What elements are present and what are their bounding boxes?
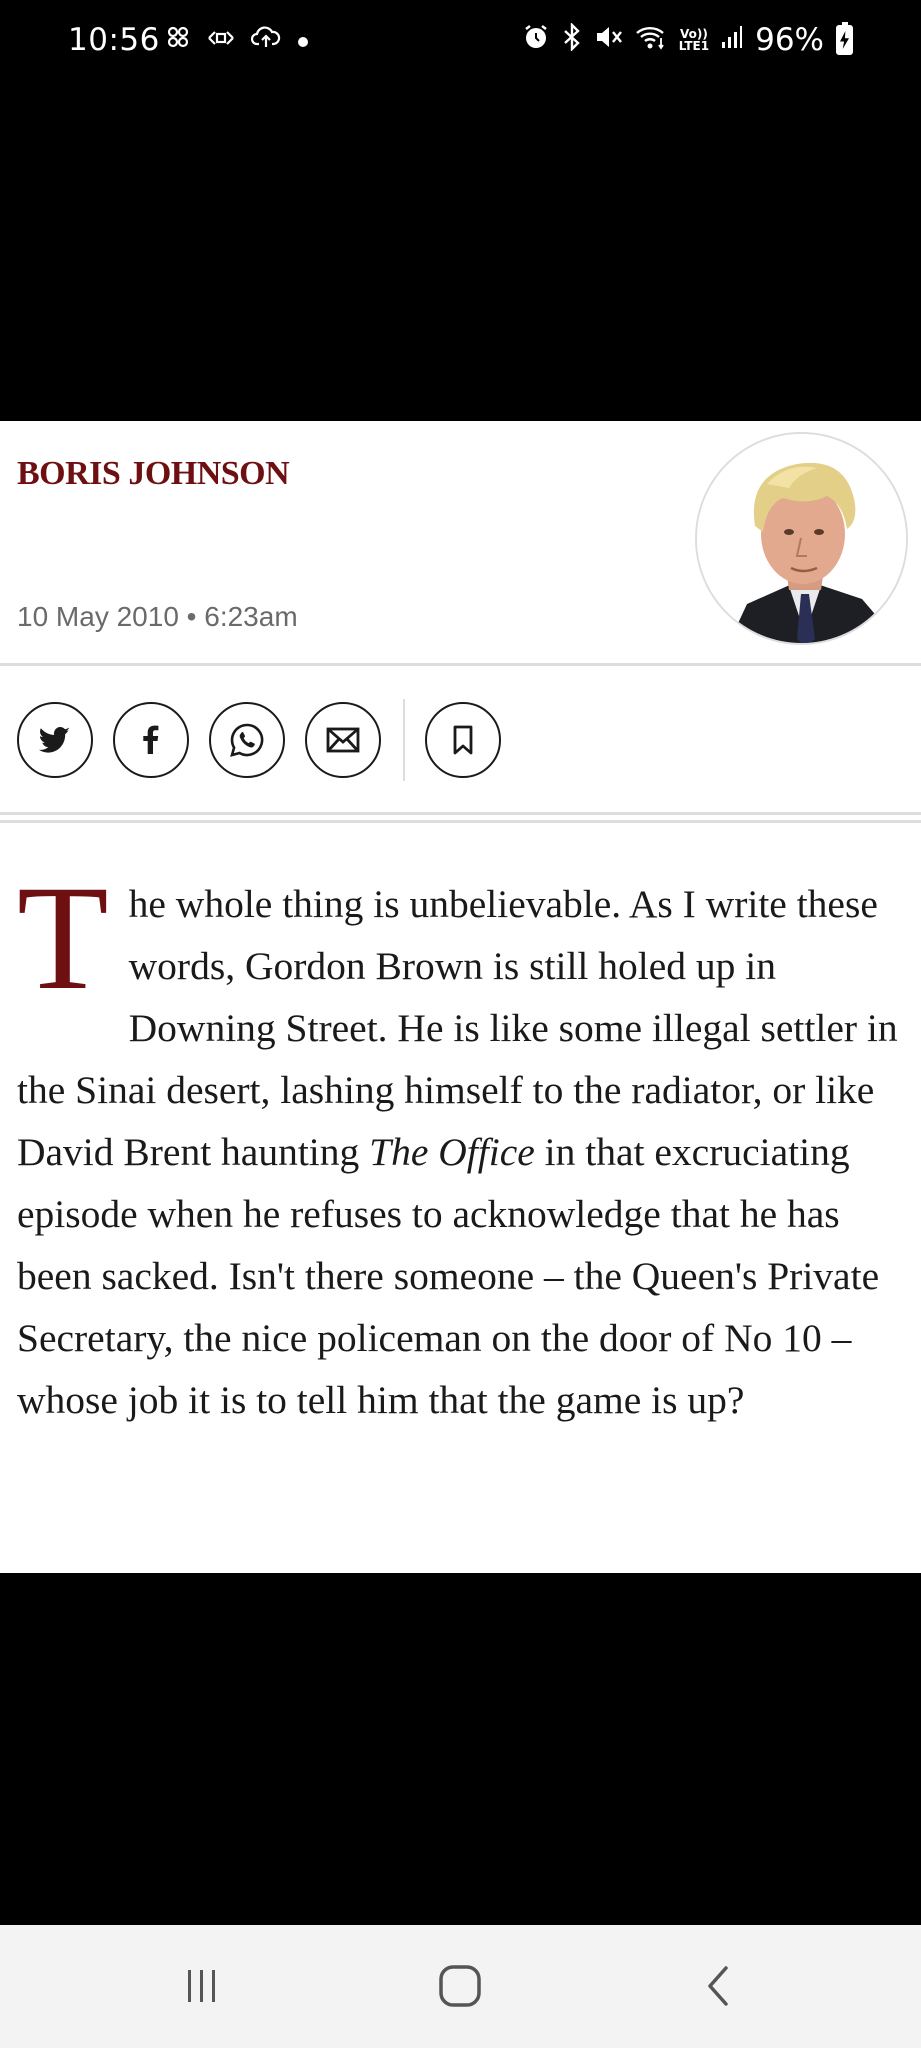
twitter-icon — [38, 727, 70, 753]
back-button[interactable] — [688, 1961, 748, 2011]
share-separator — [403, 699, 405, 781]
alarm-icon — [523, 24, 549, 56]
facebook-icon — [143, 725, 159, 754]
volte-icon: Vo)) LTE1 — [679, 28, 709, 52]
divider — [0, 663, 921, 666]
pinwheel-icon — [165, 24, 191, 56]
email-icon — [326, 727, 360, 753]
share-toolbar — [17, 699, 521, 781]
bookmark-button[interactable] — [425, 702, 501, 778]
author-name[interactable]: BORIS JOHNSON — [17, 455, 290, 493]
navigation-bar — [0, 1925, 921, 2048]
article-card: BORIS JOHNSON 10 May 2010 • 6:23am T he … — [0, 421, 921, 1573]
divider — [0, 812, 921, 815]
battery-percent: 96% — [755, 22, 824, 58]
status-left-icons — [165, 24, 309, 56]
home-button[interactable] — [430, 1961, 490, 2011]
back-icon — [708, 1966, 728, 2006]
bluetooth-icon — [561, 22, 583, 57]
signal-icon — [721, 25, 743, 55]
divider — [0, 820, 921, 823]
article-body: The whole thing is unbelievable. As I wr… — [17, 855, 907, 1431]
author-avatar — [695, 432, 908, 645]
author-portrait-image — [697, 434, 906, 643]
status-bar: 10:56 Vo)) LTE1 96% — [0, 0, 921, 86]
wifi-icon — [635, 24, 667, 56]
cloud-upload-icon — [250, 25, 281, 55]
recent-apps-icon — [188, 1970, 215, 2002]
share-email-button[interactable] — [305, 702, 381, 778]
status-time: 10:56 — [68, 22, 160, 58]
whatsapp-icon — [230, 723, 264, 757]
dot-icon — [297, 26, 309, 54]
publish-date: 10 May 2010 • 6:23am — [17, 601, 298, 632]
volte-bottom-label: LTE1 — [678, 39, 710, 53]
mute-icon — [595, 24, 623, 56]
share-whatsapp-button[interactable] — [209, 702, 285, 778]
share-twitter-button[interactable] — [17, 702, 93, 778]
recent-apps-button[interactable] — [172, 1961, 232, 2011]
bookmark-icon — [453, 725, 473, 755]
battery-icon — [836, 22, 853, 55]
home-icon — [439, 1965, 481, 2007]
body-text-italic: The Office — [369, 1130, 535, 1174]
drop-cap: T — [17, 855, 109, 1021]
status-right-icons: Vo)) LTE1 96% — [523, 22, 853, 58]
cast-icon — [207, 26, 235, 54]
share-facebook-button[interactable] — [113, 702, 189, 778]
